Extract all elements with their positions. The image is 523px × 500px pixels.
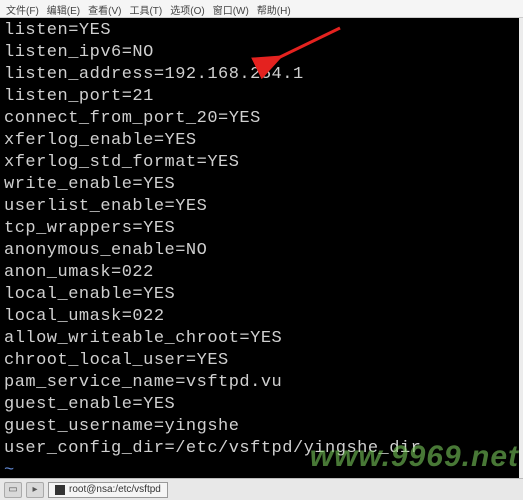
config-line: guest_enable=YES (4, 394, 515, 416)
config-line: local_enable=YES (4, 284, 515, 306)
config-line: allow_writeable_chroot=YES (4, 328, 515, 350)
terminal-tab-label: root@nsa:/etc/vsftpd (69, 484, 161, 495)
menu-item[interactable]: 选项(O) (170, 2, 204, 15)
terminal-icon (55, 485, 65, 495)
config-line: xferlog_std_format=YES (4, 152, 515, 174)
config-line: anon_umask=022 (4, 262, 515, 284)
taskbar-button[interactable]: ▭ (4, 482, 22, 498)
vim-tilde: ~ (4, 460, 515, 478)
menu-item[interactable]: 查看(V) (88, 2, 121, 15)
config-line: userlist_enable=YES (4, 196, 515, 218)
config-line: xferlog_enable=YES (4, 130, 515, 152)
menu-item[interactable]: 编辑(E) (47, 2, 80, 15)
taskbar-button[interactable]: ▸ (26, 482, 44, 498)
config-line: pam_service_name=vsftpd.vu (4, 372, 515, 394)
config-line: listen_ipv6=NO (4, 42, 515, 64)
menu-item[interactable]: 窗口(W) (213, 2, 249, 15)
menu-item[interactable]: 工具(T) (129, 2, 162, 15)
config-line: chroot_local_user=YES (4, 350, 515, 372)
menu-bar: 文件(F) 编辑(E) 查看(V) 工具(T) 选项(O) 窗口(W) 帮助(H… (0, 0, 523, 18)
config-line: listen_port=21 (4, 86, 515, 108)
config-line: anonymous_enable=NO (4, 240, 515, 262)
config-line: listen=YES (4, 20, 515, 42)
terminal-tab[interactable]: root@nsa:/etc/vsftpd (48, 482, 168, 498)
menu-item[interactable]: 文件(F) (6, 2, 39, 15)
terminal-viewport[interactable]: listen=YES listen_ipv6=NO listen_address… (0, 18, 519, 478)
taskbar: ▭ ▸ root@nsa:/etc/vsftpd (0, 478, 523, 500)
config-line: connect_from_port_20=YES (4, 108, 515, 130)
menu-item[interactable]: 帮助(H) (257, 2, 291, 15)
config-line: write_enable=YES (4, 174, 515, 196)
config-line: tcp_wrappers=YES (4, 218, 515, 240)
config-line: local_umask=022 (4, 306, 515, 328)
config-line-highlighted: listen_address=192.168.254.1 (4, 64, 515, 86)
config-line: user_config_dir=/etc/vsftpd/yingshe_dir (4, 438, 515, 460)
config-line: guest_username=yingshe (4, 416, 515, 438)
